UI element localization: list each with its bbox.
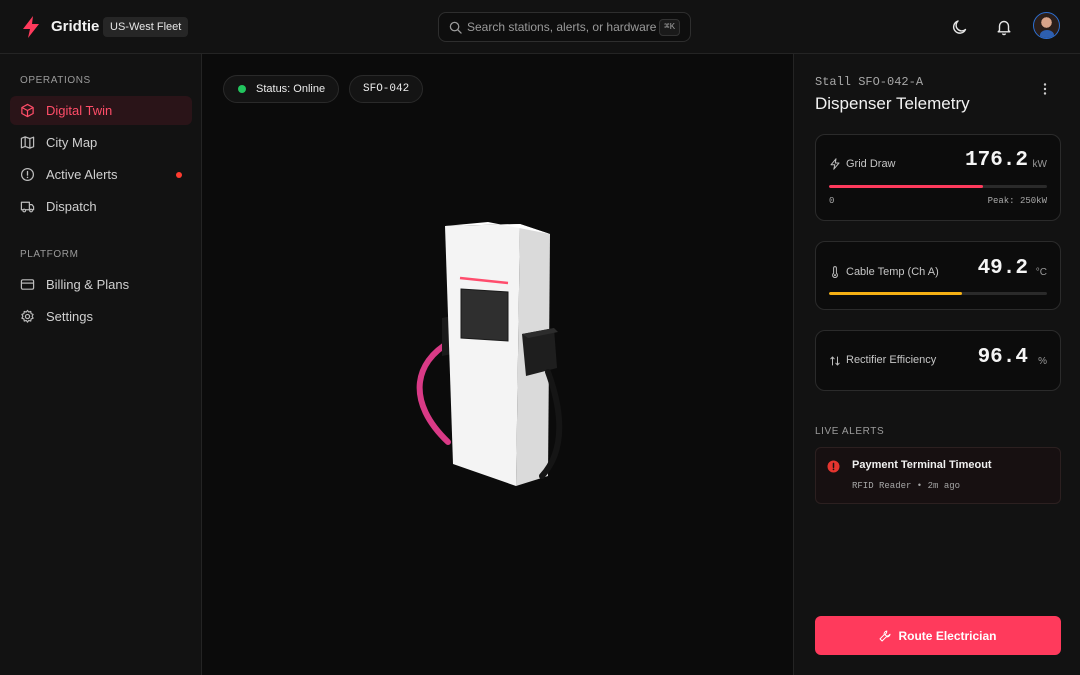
brand-name: Gridtie (51, 18, 100, 35)
metric-label: Cable Temp (Ch A) (846, 266, 939, 278)
shortcut-hint: ⌘K (659, 19, 680, 36)
alert-meta: RFID Reader • 2m ago (852, 481, 961, 491)
bar-min-label: 0 (829, 196, 835, 206)
sidebar-item-billing[interactable]: Billing & Plans (10, 270, 192, 299)
more-options-icon[interactable] (1035, 81, 1055, 97)
credit-card-icon (20, 279, 35, 290)
sidebar-item-label: Settings (46, 309, 93, 324)
bolt-logo-icon (23, 16, 39, 38)
user-avatar[interactable] (1033, 12, 1060, 39)
sidebar-item-dispatch[interactable]: Dispatch (10, 192, 192, 221)
metric-unit: °C (1035, 267, 1047, 278)
grid-draw-bar-track (829, 185, 1047, 188)
metric-card-grid-draw: Grid Draw 176.2 kW 0 Peak: 250kW (815, 134, 1061, 221)
truck-icon (20, 201, 35, 213)
fleet-badge[interactable]: US-West Fleet (103, 17, 189, 37)
live-alerts-heading: LIVE ALERTS (815, 426, 885, 437)
status-text: Status: Online (256, 83, 326, 95)
metric-value: 96.4 (977, 346, 1028, 369)
search-icon (449, 21, 462, 34)
sidebar-item-label: City Map (46, 135, 98, 150)
alert-circle-icon (827, 460, 840, 473)
sidebar-item-label: Active Alerts (46, 167, 118, 182)
sidebar-item-label: Dispatch (46, 199, 97, 214)
cable-temp-bar-fill (829, 292, 962, 295)
metric-label: Rectifier Efficiency (846, 354, 937, 366)
sidebar-item-digital-twin[interactable]: Digital Twin (10, 96, 192, 125)
search-box[interactable]: ⌘K (438, 12, 691, 42)
sidebar-item-settings[interactable]: Settings (10, 302, 192, 331)
metric-value: 49.2 (977, 257, 1028, 280)
cube-icon (21, 103, 34, 118)
cable-temp-bar-track (829, 292, 1047, 295)
station-id-pill: SFO-042 (349, 75, 424, 103)
section-label-platform: PLATFORM (20, 249, 79, 260)
sidebar: OPERATIONS Digital Twin City Map Active … (0, 54, 202, 675)
alert-indicator-dot (176, 172, 182, 178)
section-label-operations: OPERATIONS (20, 75, 91, 86)
sidebar-item-label: Digital Twin (46, 103, 113, 118)
wrench-icon (879, 630, 891, 641)
online-status-dot (238, 85, 246, 93)
moon-icon[interactable] (950, 17, 970, 37)
grid-draw-bar-fill (829, 185, 983, 188)
telemetry-panel: Stall SFO-042-A Dispenser Telemetry Grid… (793, 54, 1080, 675)
metric-unit: % (1038, 356, 1047, 367)
sidebar-item-active-alerts[interactable]: Active Alerts (10, 160, 192, 189)
charger-dispenser-model[interactable] (408, 214, 568, 494)
button-label: Route Electrician (898, 628, 997, 643)
arrows-up-down-icon (830, 356, 840, 366)
digital-twin-viewport[interactable]: Status: Online SFO-042 (203, 54, 793, 675)
bell-icon[interactable] (994, 17, 1014, 37)
route-electrician-button[interactable]: Route Electrician (815, 616, 1061, 655)
stall-id: Stall SFO-042-A (815, 75, 924, 89)
thermometer-icon (832, 266, 838, 278)
sidebar-item-label: Billing & Plans (46, 277, 130, 292)
gear-icon (21, 309, 34, 323)
alert-title: Payment Terminal Timeout (852, 459, 992, 471)
metric-card-rectifier-efficiency: Rectifier Efficiency 96.4 % (815, 330, 1061, 391)
map-icon (20, 136, 35, 149)
alert-item[interactable]: Payment Terminal Timeout RFID Reader • 2… (815, 447, 1061, 504)
panel-title: Dispenser Telemetry (815, 94, 970, 113)
metric-card-cable-temp: Cable Temp (Ch A) 49.2 °C (815, 241, 1061, 310)
metric-label: Grid Draw (846, 158, 896, 170)
top-bar: Gridtie US-West Fleet ⌘K (0, 0, 1080, 54)
status-pill: Status: Online (223, 75, 340, 103)
bar-peak-label: Peak: 250kW (987, 196, 1047, 206)
alert-circle-icon (20, 167, 35, 182)
metric-unit: kW (1032, 159, 1047, 170)
sidebar-item-city-map[interactable]: City Map (10, 128, 192, 157)
search-input[interactable] (467, 13, 657, 41)
bolt-icon (830, 158, 840, 170)
metric-value: 176.2 (964, 149, 1028, 172)
